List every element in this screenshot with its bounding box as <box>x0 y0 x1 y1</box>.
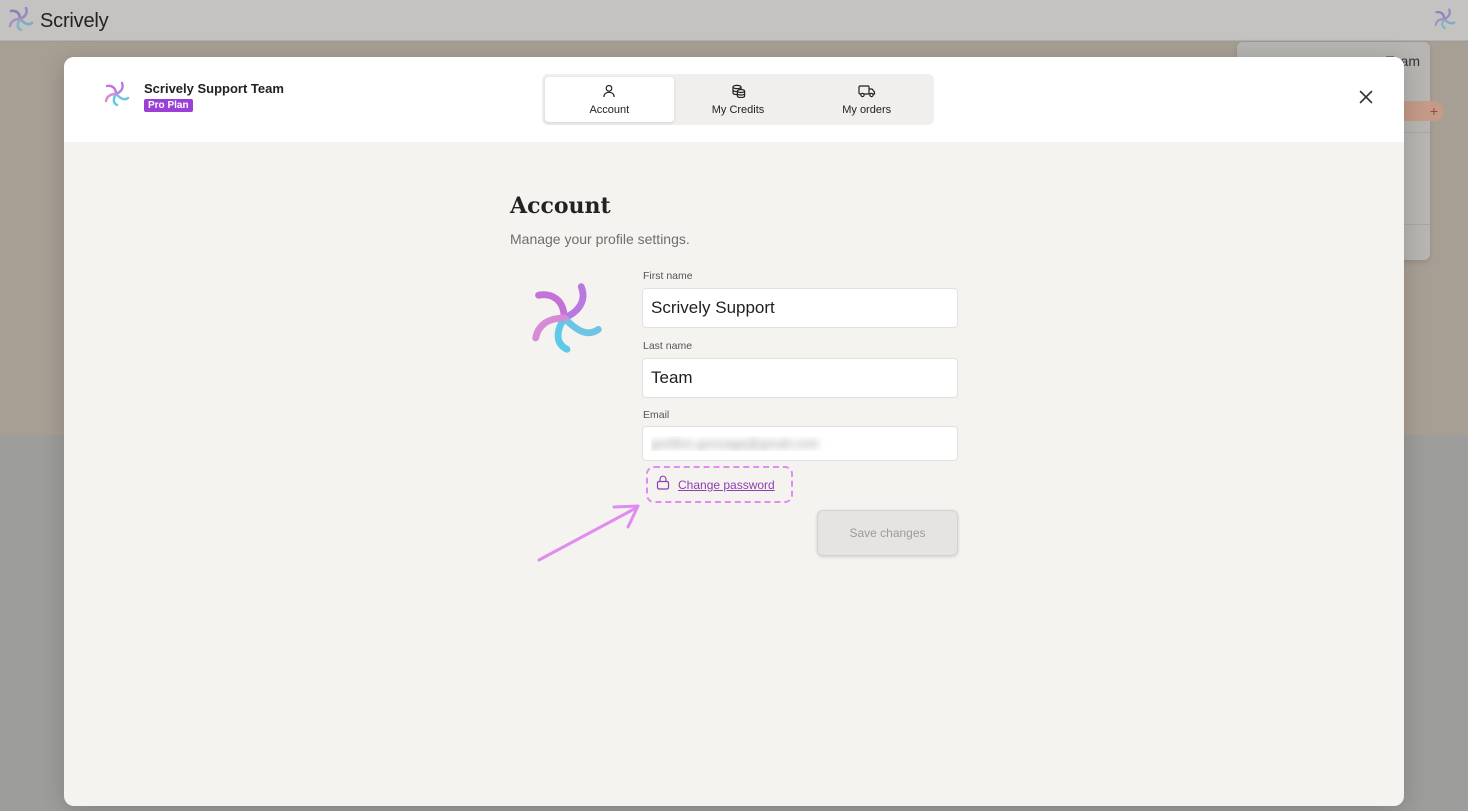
first-name-label: First name <box>643 270 693 282</box>
user-text: Scrively Support Team Pro Plan <box>144 81 284 112</box>
first-name-input[interactable] <box>642 288 958 328</box>
user-block: Scrively Support Team Pro Plan <box>104 81 284 112</box>
plan-badge: Pro Plan <box>144 99 193 112</box>
close-icon <box>1359 90 1373 109</box>
profile-avatar-icon[interactable] <box>530 281 604 360</box>
tab-my-orders-label: My orders <box>842 103 892 116</box>
top-right-logo-icon[interactable] <box>1434 8 1456 35</box>
change-password-link[interactable]: Change password <box>646 466 793 503</box>
brand[interactable]: Scrively <box>8 6 109 36</box>
tab-account-label: Account <box>589 103 630 116</box>
scrively-logo-icon <box>8 6 34 36</box>
modal-header: Scrively Support Team Pro Plan Account M… <box>64 57 1404 142</box>
truck-icon <box>858 84 876 101</box>
tab-my-credits-label: My Credits <box>711 103 765 116</box>
tab-my-orders[interactable]: My orders <box>802 77 931 122</box>
save-changes-button[interactable]: Save changes <box>817 510 958 556</box>
email-label: Email <box>643 409 670 421</box>
user-icon <box>602 84 616 101</box>
brand-name: Scrively <box>40 10 109 32</box>
last-name-input[interactable] <box>642 358 958 398</box>
annotation-arrow-icon <box>534 497 649 572</box>
email-input[interactable] <box>642 426 958 461</box>
background-plus-icon: + <box>1429 103 1438 119</box>
page-title: Account <box>510 193 611 219</box>
coins-icon <box>731 84 746 101</box>
user-name: Scrively Support Team <box>144 81 284 96</box>
account-modal: Scrively Support Team Pro Plan Account M… <box>64 57 1404 806</box>
top-bar: Scrively <box>0 0 1468 41</box>
lock-icon <box>656 475 670 495</box>
tab-account[interactable]: Account <box>545 77 674 122</box>
tab-bar: Account My Credits My orders <box>542 74 934 125</box>
change-password-label: Change password <box>678 477 775 492</box>
tab-my-credits[interactable]: My Credits <box>674 77 803 122</box>
last-name-label: Last name <box>643 340 693 352</box>
user-avatar-icon <box>104 81 130 112</box>
close-button[interactable] <box>1356 89 1376 109</box>
page-subtitle: Manage your profile settings. <box>510 231 690 247</box>
